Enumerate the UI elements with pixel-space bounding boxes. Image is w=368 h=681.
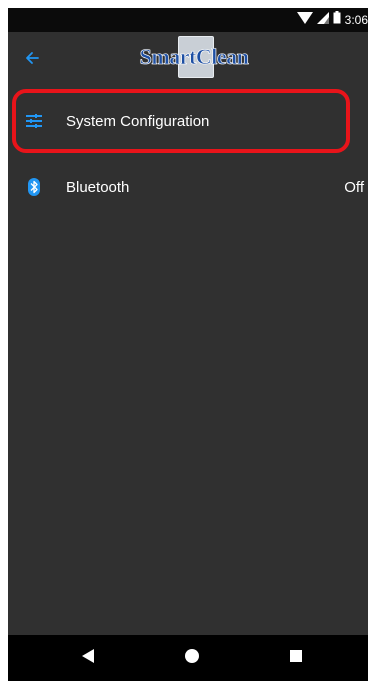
bluetooth-status-value: Off — [344, 178, 364, 196]
settings-item-bluetooth[interactable]: Bluetooth Off — [8, 154, 368, 220]
status-bar: 3:06 — [8, 8, 368, 32]
bluetooth-icon — [22, 175, 46, 199]
nav-home-button[interactable] — [180, 646, 204, 670]
sliders-icon — [22, 109, 46, 133]
app-screen: 3:06 SmartClean System Configuration Blu… — [8, 8, 368, 681]
settings-item-label: System Configuration — [66, 112, 210, 130]
app-bar: SmartClean — [8, 32, 368, 88]
settings-list: System Configuration Bluetooth Off — [8, 88, 368, 220]
status-icons: 3:06 — [296, 8, 368, 32]
back-button[interactable] — [20, 48, 44, 72]
nav-back-button[interactable] — [76, 646, 100, 670]
settings-item-label: Bluetooth — [66, 178, 130, 196]
settings-item-system-configuration[interactable]: System Configuration — [8, 88, 368, 154]
signal-icon — [316, 11, 329, 29]
logo-text: SmartClean — [139, 44, 249, 70]
home-circle-icon — [185, 648, 199, 668]
smartclean-logo: SmartClean — [136, 36, 252, 82]
recents-square-icon — [290, 649, 302, 667]
arrow-back-icon — [25, 51, 39, 70]
navigation-bar — [8, 635, 368, 681]
nav-recents-button[interactable] — [284, 646, 308, 670]
battery-icon — [333, 11, 341, 29]
status-time: 3:06 — [344, 13, 368, 27]
back-triangle-icon — [82, 648, 94, 668]
wifi-icon — [296, 11, 313, 29]
